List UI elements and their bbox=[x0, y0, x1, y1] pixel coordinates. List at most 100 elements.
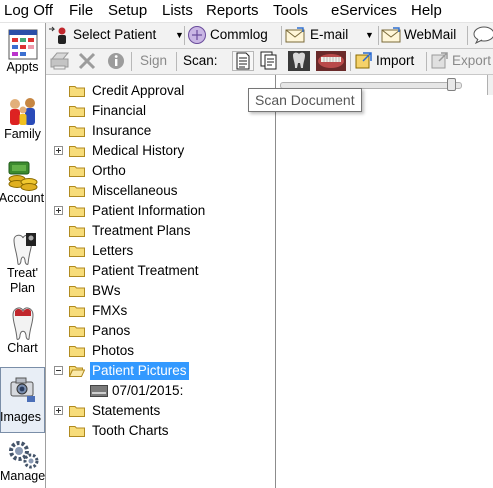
collapse-icon[interactable] bbox=[54, 366, 63, 375]
tree-item-panos[interactable]: Panos bbox=[46, 321, 275, 341]
tree-item-label: Patient Information bbox=[92, 203, 206, 218]
tree-item-label: Medical History bbox=[92, 143, 185, 158]
menu-log-off[interactable]: Log Off bbox=[4, 2, 53, 19]
module-account[interactable]: Account bbox=[0, 159, 45, 211]
toolbar-divider bbox=[350, 52, 351, 71]
toolbar-divider bbox=[281, 26, 282, 45]
toolbar-divider bbox=[378, 26, 379, 45]
menu-help[interactable]: Help bbox=[411, 2, 442, 19]
camera-icon bbox=[10, 377, 35, 402]
viewer-scrollbar[interactable] bbox=[487, 75, 493, 95]
email-button[interactable]: E-mail ▼ bbox=[285, 25, 376, 45]
printer-icon bbox=[50, 52, 70, 70]
tree-item-credit-approval[interactable]: Credit Approval bbox=[46, 81, 275, 101]
open-folder-icon bbox=[69, 366, 85, 377]
info-button[interactable] bbox=[106, 51, 126, 71]
delete-x-icon bbox=[78, 52, 96, 70]
scan-document-button[interactable] bbox=[232, 51, 254, 71]
folder-icon bbox=[69, 226, 85, 237]
tree-item-tooth-charts[interactable]: Tooth Charts bbox=[46, 421, 275, 441]
module-family[interactable]: Family bbox=[0, 97, 45, 149]
select-patient-button[interactable]: Select Patient ▼ bbox=[48, 25, 184, 45]
toolbar-divider bbox=[176, 52, 177, 71]
toolbar-divider bbox=[426, 52, 427, 71]
tree-item-financial[interactable]: Financial bbox=[46, 101, 275, 121]
document-icon bbox=[236, 52, 250, 70]
tooth-chart-icon bbox=[11, 307, 34, 340]
expand-icon[interactable] bbox=[54, 206, 63, 215]
tree-item-patient-pictures[interactable]: Patient Pictures bbox=[46, 361, 275, 381]
tree-item-patient-information[interactable]: Patient Information bbox=[46, 201, 275, 221]
image-viewer[interactable] bbox=[277, 75, 493, 488]
folder-icon bbox=[69, 106, 85, 117]
xray-icon bbox=[288, 51, 310, 71]
menu-file[interactable]: File bbox=[69, 2, 93, 19]
folder-icon bbox=[69, 246, 85, 257]
tree-item-insurance[interactable]: Insurance bbox=[46, 121, 275, 141]
tree-item-statements[interactable]: Statements bbox=[46, 401, 275, 421]
multipage-document-icon bbox=[260, 51, 277, 70]
expand-icon[interactable] bbox=[54, 406, 63, 415]
tree-item-medical-history[interactable]: Medical History bbox=[46, 141, 275, 161]
folder-icon bbox=[69, 426, 85, 437]
folder-icon bbox=[69, 126, 85, 137]
tree-item-ortho[interactable]: Ortho bbox=[46, 161, 275, 181]
expand-icon[interactable] bbox=[54, 146, 63, 155]
envelope-icon bbox=[285, 27, 305, 43]
module-manage[interactable]: Manage bbox=[0, 439, 45, 488]
menu-reports[interactable]: Reports bbox=[206, 2, 259, 19]
sign-button[interactable]: Sign bbox=[140, 51, 172, 71]
print-button[interactable] bbox=[49, 51, 71, 71]
scan-document-tooltip: Scan Document bbox=[248, 88, 362, 112]
module-appts[interactable]: Appts bbox=[0, 25, 45, 83]
tree-item-label: FMXs bbox=[92, 303, 128, 318]
import-button[interactable]: Import bbox=[355, 51, 423, 71]
tree-item-image-document[interactable]: 07/01/2015: bbox=[46, 381, 275, 401]
module-label: Appts bbox=[6, 60, 39, 74]
scan-multipage-button[interactable] bbox=[260, 51, 282, 71]
tree-item-patient-treatment[interactable]: Patient Treatment bbox=[46, 261, 275, 281]
menu-eservices[interactable]: eServices bbox=[331, 2, 397, 19]
speech-bubble-icon bbox=[473, 26, 493, 44]
folder-icon bbox=[69, 146, 85, 157]
module-chart[interactable]: Chart bbox=[0, 305, 45, 363]
chat-button[interactable] bbox=[472, 25, 493, 45]
tree-item-photos[interactable]: Photos bbox=[46, 341, 275, 361]
menu-tools[interactable]: Tools bbox=[273, 2, 308, 19]
tree-item-bws[interactable]: BWs bbox=[46, 281, 275, 301]
menu-setup[interactable]: Setup bbox=[108, 2, 147, 19]
menu-lists[interactable]: Lists bbox=[162, 2, 193, 19]
folder-icon bbox=[69, 266, 85, 277]
module-images[interactable]: Images bbox=[0, 367, 45, 433]
chevron-down-icon[interactable]: ▼ bbox=[365, 25, 374, 45]
import-icon bbox=[355, 52, 372, 69]
document-tree[interactable]: Credit Approval Financial Insurance Medi… bbox=[46, 75, 276, 488]
module-label: Treat' bbox=[6, 266, 39, 280]
tree-item-fmxs[interactable]: FMXs bbox=[46, 301, 275, 321]
patient-icon bbox=[49, 26, 66, 44]
module-label: Family bbox=[4, 127, 41, 141]
menu-bar: Log Off File Setup Lists Reports Tools e… bbox=[0, 0, 493, 23]
tree-item-treatment-plans[interactable]: Treatment Plans bbox=[46, 221, 275, 241]
scan-xray-button[interactable] bbox=[288, 51, 310, 71]
image-thumbnail-icon bbox=[90, 385, 108, 397]
tree-item-label: Tooth Charts bbox=[92, 423, 169, 438]
main-toolbar: Select Patient ▼ Commlog E-mail ▼ WebMai… bbox=[46, 23, 493, 49]
tree-item-label: 07/01/2015: bbox=[112, 383, 184, 398]
folder-icon bbox=[69, 306, 85, 317]
commlog-button[interactable]: Commlog bbox=[187, 25, 279, 45]
module-treat-plan[interactable]: Treat' Plan bbox=[0, 232, 45, 300]
folder-icon bbox=[69, 326, 85, 337]
scan-photo-button[interactable] bbox=[316, 51, 346, 71]
tree-item-letters[interactable]: Letters bbox=[46, 241, 275, 261]
export-button[interactable]: Export bbox=[431, 51, 493, 71]
tree-item-label: Credit Approval bbox=[92, 83, 185, 98]
delete-button[interactable] bbox=[77, 51, 97, 71]
chevron-down-icon[interactable]: ▼ bbox=[175, 25, 184, 45]
family-icon bbox=[9, 98, 35, 125]
tree-item-miscellaneous[interactable]: Miscellaneous bbox=[46, 181, 275, 201]
webmail-button[interactable]: WebMail bbox=[381, 25, 465, 45]
zoom-slider-thumb[interactable] bbox=[447, 78, 456, 91]
module-label: Account bbox=[0, 191, 45, 205]
commlog-label: Commlog bbox=[210, 27, 268, 42]
